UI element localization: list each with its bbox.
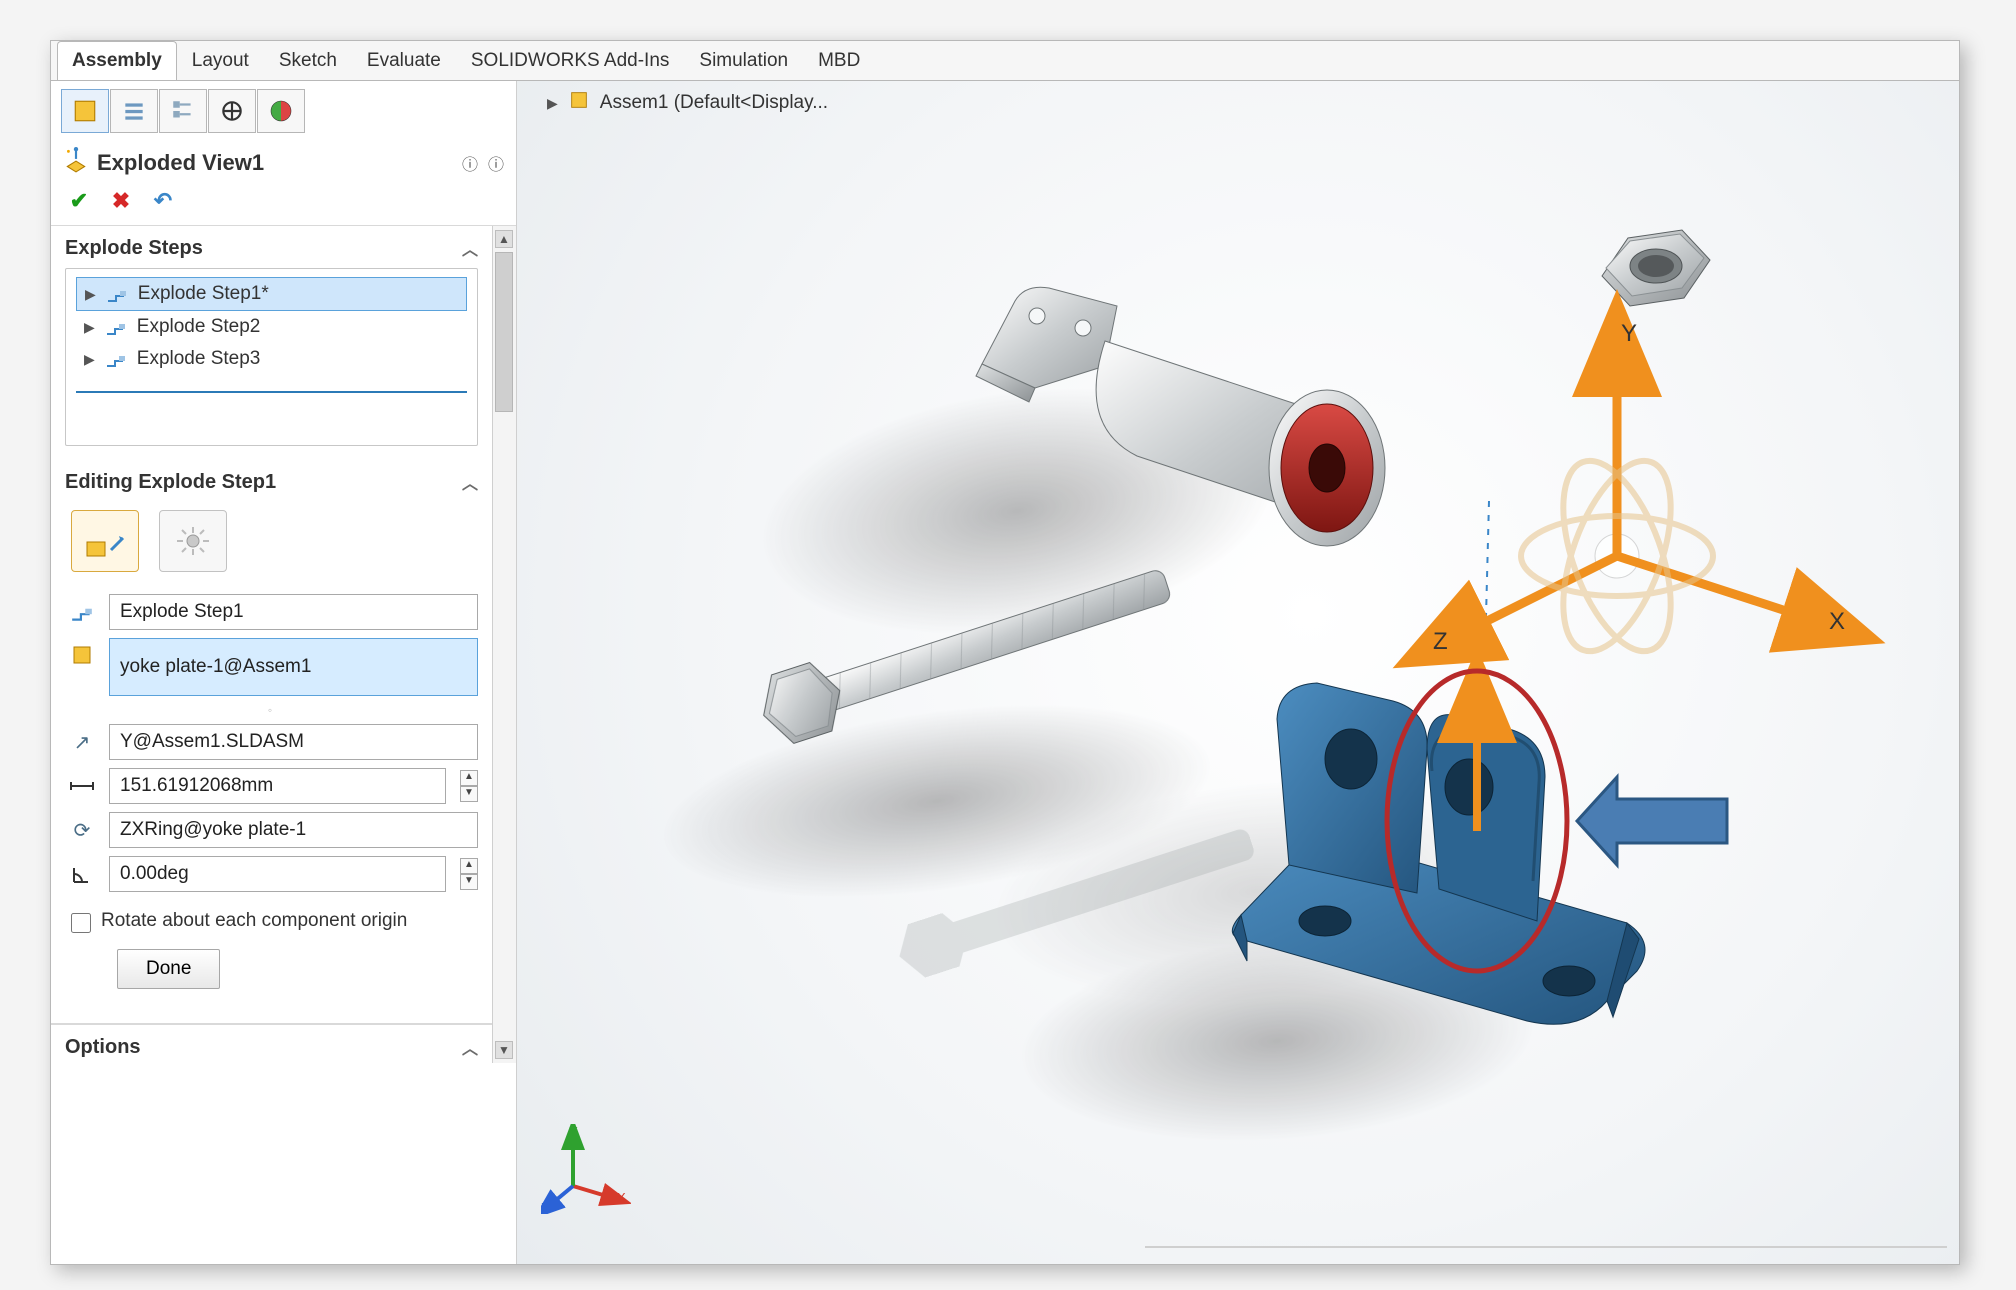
direction-icon: ↗ <box>65 725 99 759</box>
angle-down[interactable]: ▼ <box>460 874 478 890</box>
rotate-checkbox[interactable] <box>71 913 91 933</box>
ok-icon[interactable]: ✔ <box>65 187 93 215</box>
triad-y-label: Y <box>1621 320 1637 347</box>
explode-step-row[interactable]: ▶ Explode Step2 <box>76 311 467 343</box>
command-manager-tabs: Assembly Layout Sketch Evaluate SOLIDWOR… <box>51 41 1959 81</box>
collapse-icon[interactable]: ︿ <box>462 470 478 494</box>
step-icon <box>65 595 99 629</box>
distance-up[interactable]: ▲ <box>460 770 478 786</box>
scroll-thumb[interactable] <box>495 252 513 412</box>
panel-tab-toolbar <box>51 81 516 139</box>
distance-icon <box>65 769 99 803</box>
scroll-up-icon[interactable]: ▲ <box>495 230 513 248</box>
editing-step-body: ◦ ↗ ▲ ▼ <box>51 502 492 1009</box>
step-icon <box>105 317 127 337</box>
dim-manager-tab-icon[interactable] <box>208 89 256 133</box>
direction-input: ↗ <box>65 724 478 760</box>
graphics-viewport[interactable]: ▶ Assem1 (Default<Display... <box>517 81 1959 1264</box>
distance-field[interactable] <box>109 768 446 804</box>
tab-evaluate[interactable]: Evaluate <box>352 41 456 80</box>
explode-step-row[interactable]: ▶ Explode Step1* <box>76 277 467 311</box>
component-input <box>65 638 478 696</box>
rotation-ref-field[interactable] <box>109 812 478 848</box>
angle-up[interactable]: ▲ <box>460 858 478 874</box>
expand-icon[interactable]: ▶ <box>85 286 96 303</box>
angle-icon <box>65 857 99 891</box>
tab-assembly[interactable]: Assembly <box>57 41 177 80</box>
tab-layout[interactable]: Layout <box>177 41 264 80</box>
viewport-svg: Y X Z <box>517 81 1937 1231</box>
options-label: Options <box>65 1036 141 1059</box>
exploded-view-icon <box>63 147 89 179</box>
appearance-tab-icon[interactable] <box>257 89 305 133</box>
radial-step-button[interactable] <box>159 510 227 572</box>
viewport-bottom-divider <box>1145 1246 1947 1248</box>
editing-step-head[interactable]: Editing Explode Step1 ︿ <box>51 460 492 502</box>
editing-step-label: Editing Explode Step1 <box>65 471 276 494</box>
undo-icon[interactable]: ↶ <box>149 187 177 215</box>
step-name-field[interactable] <box>109 594 478 630</box>
rotation-ref-input: ⟳ <box>65 812 478 848</box>
distance-input: ▲ ▼ <box>65 768 478 804</box>
triad-x-label: X <box>1829 608 1845 635</box>
panel-title-row: Exploded View1 ⓘ ⓘ <box>51 139 516 183</box>
explode-steps-head[interactable]: Explode Steps ︿ <box>51 226 492 268</box>
component-field[interactable] <box>109 638 478 696</box>
steps-divider <box>76 391 467 393</box>
reference-triad: X Y Z <box>541 1124 631 1214</box>
rotate-checkbox-row: Rotate about each component origin <box>65 900 478 943</box>
expand-icon[interactable]: ▶ <box>84 319 95 336</box>
step-name-input <box>65 594 478 630</box>
step-icon <box>106 284 128 304</box>
feature-manager-tab-icon[interactable] <box>61 89 109 133</box>
panel-title: Exploded View1 <box>97 150 264 176</box>
step-label: Explode Step1* <box>138 283 269 305</box>
ref-z: Z <box>541 1200 549 1214</box>
annotation-blue-arrow <box>1577 777 1727 865</box>
angle-input: ▲ ▼ <box>65 856 478 892</box>
step-label: Explode Step3 <box>137 348 261 370</box>
tab-sketch[interactable]: Sketch <box>264 41 352 80</box>
property-manager-tab-icon[interactable] <box>110 89 158 133</box>
explode-steps-list: ▶ Explode Step1* ▶ Explode Step2 ▶ <box>65 268 478 446</box>
full-help-icon[interactable]: ⓘ <box>488 151 504 175</box>
scroll-down-icon[interactable]: ▼ <box>495 1041 513 1059</box>
help-icon[interactable]: ⓘ <box>462 151 478 175</box>
cancel-icon[interactable]: ✖ <box>107 187 135 215</box>
selection-gripper[interactable]: ◦ <box>65 704 478 716</box>
property-manager-panel: Exploded View1 ⓘ ⓘ ✔ ✖ ↶ Explode Steps ︿ <box>51 81 517 1264</box>
component-icon <box>65 638 99 672</box>
collapse-icon[interactable]: ︿ <box>462 1035 478 1059</box>
config-manager-tab-icon[interactable] <box>159 89 207 133</box>
regular-step-button[interactable] <box>71 510 139 572</box>
tab-mbd[interactable]: MBD <box>803 41 875 80</box>
tab-simulation[interactable]: Simulation <box>684 41 803 80</box>
confirm-row: ✔ ✖ ↶ <box>51 183 516 226</box>
collapse-icon[interactable]: ︿ <box>462 236 478 260</box>
step-label: Explode Step2 <box>137 316 261 338</box>
done-button[interactable]: Done <box>117 949 220 989</box>
triad-z-label: Z <box>1433 628 1448 655</box>
distance-down[interactable]: ▼ <box>460 786 478 802</box>
tab-addins[interactable]: SOLIDWORKS Add-Ins <box>456 41 685 80</box>
hex-nut-part[interactable] <box>1602 230 1710 306</box>
ref-x: X <box>617 1190 626 1205</box>
explode-step-row[interactable]: ▶ Explode Step3 <box>76 343 467 375</box>
explode-steps-label: Explode Steps <box>65 237 203 260</box>
step-icon <box>105 349 127 369</box>
ref-y: Y <box>569 1124 578 1139</box>
expand-icon[interactable]: ▶ <box>84 351 95 368</box>
solidworks-window: Assembly Layout Sketch Evaluate SOLIDWOR… <box>50 40 1960 1265</box>
angle-field[interactable] <box>109 856 446 892</box>
rotation-axis-icon: ⟳ <box>65 813 99 847</box>
panel-scrollbar[interactable]: ▲ ▼ <box>492 226 516 1063</box>
content-area: Exploded View1 ⓘ ⓘ ✔ ✖ ↶ Explode Steps ︿ <box>51 81 1959 1264</box>
options-head[interactable]: Options ︿ <box>51 1025 492 1063</box>
direction-field[interactable] <box>109 724 478 760</box>
rotate-check-label: Rotate about each component origin <box>101 910 407 932</box>
